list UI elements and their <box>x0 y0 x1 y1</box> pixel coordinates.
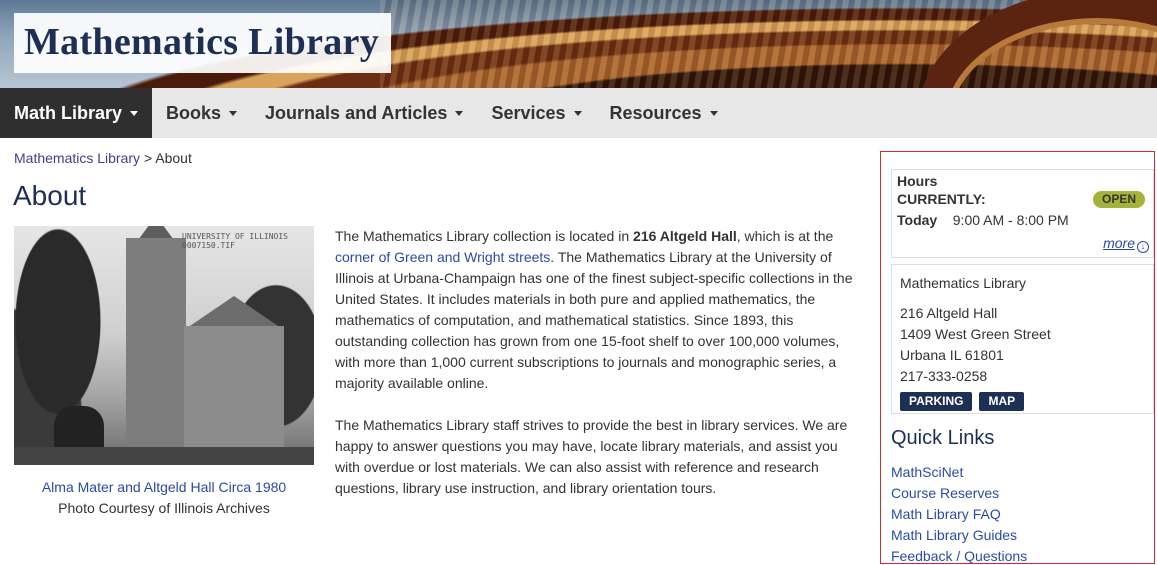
nav-item-services[interactable]: Services <box>477 88 595 138</box>
photo-archive-stamp: UNIVERSITY OF ILLINOIS 0007150.TIF <box>182 232 288 250</box>
photo-caption: Alma Mater and Altgeld Hall Circa 1980 P… <box>14 477 314 519</box>
nav-item-journals[interactable]: Journals and Articles <box>251 88 477 138</box>
nav-label: Journals and Articles <box>265 102 448 123</box>
breadcrumb-separator: > <box>143 150 153 166</box>
hours-box: Hours CURRENTLY: OPEN Today 9:00 AM - 8:… <box>891 169 1154 258</box>
nav-item-math-library[interactable]: Math Library <box>0 88 153 138</box>
stamp-line: 0007150.TIF <box>182 241 235 250</box>
list-item: MathSciNet <box>891 462 1027 483</box>
caret-down-icon <box>455 110 464 116</box>
sidebar: Hours CURRENTLY: OPEN Today 9:00 AM - 8:… <box>880 151 1155 564</box>
list-item: Math Library Guides <box>891 525 1027 546</box>
address-line: Urbana IL 61801 <box>900 347 1004 363</box>
arrow-down-circle-icon: ↓ <box>1137 241 1149 253</box>
text: . The Mathematics Library at the Univers… <box>335 249 853 391</box>
hours-title: Hours <box>897 173 938 189</box>
nav-label: Math Library <box>14 102 123 123</box>
photo-ground <box>14 447 314 465</box>
parking-button[interactable]: PARKING <box>900 392 973 411</box>
status-badge: OPEN <box>1092 191 1145 208</box>
hours-current-row: CURRENTLY: OPEN <box>897 189 1148 210</box>
quick-links-list: MathSciNet Course Reserves Math Library … <box>891 462 1027 565</box>
text: , which is at the <box>736 228 834 244</box>
quick-link-course-reserves[interactable]: Course Reserves <box>891 485 999 501</box>
nav-label: Resources <box>609 102 702 123</box>
caret-down-icon <box>229 110 238 116</box>
photo-hall <box>184 326 284 465</box>
nav-item-resources[interactable]: Resources <box>596 88 732 138</box>
address-buttons: PARKING MAP <box>900 390 1145 411</box>
caption-credit: Photo Courtesy of Illinois Archives <box>58 500 270 516</box>
quick-link-feedback[interactable]: Feedback / Questions <box>891 548 1027 564</box>
list-item: Feedback / Questions <box>891 546 1027 565</box>
more-hours-link[interactable]: more ↓ <box>1103 235 1149 253</box>
site-title[interactable]: Mathematics Library <box>24 20 379 64</box>
stamp-line: UNIVERSITY OF ILLINOIS <box>182 232 288 241</box>
nav-label: Books <box>166 102 222 123</box>
main-nav: Math Library Books Journals and Articles… <box>0 88 1157 138</box>
today-hours: 9:00 AM - 8:00 PM <box>952 212 1069 228</box>
photo-roof <box>184 296 284 330</box>
hours-today-row: Today 9:00 AM - 8:00 PM <box>897 210 1148 231</box>
address-line: 1409 West Green Street <box>900 326 1051 342</box>
page-title: About <box>13 180 87 211</box>
about-paragraph-1: The Mathematics Library collection is lo… <box>335 226 861 394</box>
photo-tower <box>126 238 186 465</box>
quick-link-guides[interactable]: Math Library Guides <box>891 527 1017 543</box>
phone-number: 217-333-0258 <box>900 368 988 384</box>
corner-link[interactable]: corner of Green and Wright streets <box>335 249 550 265</box>
more-label: more <box>1103 235 1135 251</box>
map-button[interactable]: MAP <box>979 392 1025 411</box>
address-line: 216 Altgeld Hall <box>900 305 998 321</box>
caret-down-icon <box>709 110 718 116</box>
breadcrumb-home-link[interactable]: Mathematics Library <box>14 150 140 166</box>
about-paragraph-2: The Mathematics Library staff strives to… <box>335 417 848 496</box>
altgeld-hall-photo: UNIVERSITY OF ILLINOIS 0007150.TIF <box>14 226 314 465</box>
currently-label: CURRENTLY: <box>897 191 986 207</box>
quick-link-mathscinet[interactable]: MathSciNet <box>891 464 963 480</box>
about-content: The Mathematics Library collection is lo… <box>335 226 861 499</box>
nav-label: Services <box>491 102 566 123</box>
header-banner: Mathematics Library <box>0 0 1157 88</box>
breadcrumb: Mathematics Library > About <box>14 150 192 166</box>
caret-down-icon <box>573 110 582 116</box>
breadcrumb-current: About <box>155 150 192 166</box>
library-name: Mathematics Library <box>900 275 1027 291</box>
caption-link[interactable]: Alma Mater and Altgeld Hall Circa 1980 <box>42 479 286 495</box>
nav-item-books[interactable]: Books <box>152 88 251 138</box>
today-label: Today <box>897 212 938 228</box>
quick-link-faq[interactable]: Math Library FAQ <box>891 506 1001 522</box>
quick-links-title: Quick Links <box>891 427 995 449</box>
address-box: Mathematics Library 216 Altgeld Hall 140… <box>891 264 1154 414</box>
list-item: Math Library FAQ <box>891 504 1027 525</box>
caret-down-icon <box>130 110 139 116</box>
list-item: Course Reserves <box>891 483 1027 504</box>
location-bold: 216 Altgeld Hall <box>633 228 737 244</box>
text: The Mathematics Library collection is lo… <box>335 228 634 244</box>
